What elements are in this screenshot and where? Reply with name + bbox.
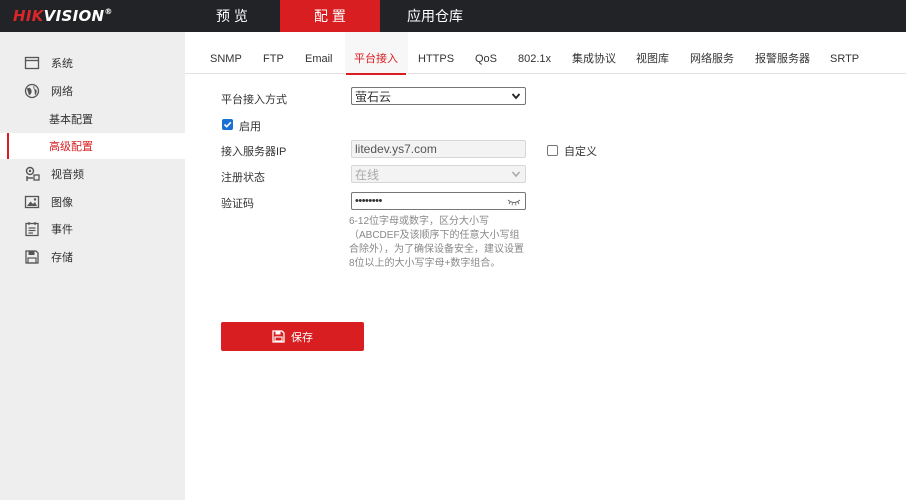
server-ip-input[interactable]: litedev.ys7.com <box>351 140 526 158</box>
verify-code-input[interactable]: •••••••• <box>351 192 526 210</box>
tab-bar: SNMP FTP Email 平台接入 HTTPS QoS 802.1x 集成协… <box>185 32 906 75</box>
save-button-label: 保存 <box>291 331 313 344</box>
register-status-value: 在线 <box>355 167 380 182</box>
tab-view-library[interactable]: 视图库 <box>636 32 669 74</box>
sidebar-item-advanced-config[interactable]: 高级配置 <box>0 133 185 159</box>
top-nav-app-store[interactable]: 应用仓库 <box>380 0 490 32</box>
register-status-select: 在线 <box>351 165 526 183</box>
audio-video-icon <box>24 166 40 182</box>
chevron-down-icon <box>510 168 522 180</box>
sidebar: 系统 网络 基本配置 高级配置 视音频 图像 事件 存储 <box>0 32 185 500</box>
sidebar-item-label: 事件 <box>51 224 73 236</box>
image-icon <box>24 194 40 210</box>
verify-code-label: 验证码 <box>221 198 254 210</box>
tab-8021x[interactable]: 802.1x <box>518 32 551 74</box>
custom-label: 自定义 <box>564 146 597 158</box>
event-calendar-icon <box>24 221 40 237</box>
logo-part-vision: VISION <box>43 7 105 25</box>
top-nav-config[interactable]: 配 置 <box>280 0 380 32</box>
save-icon <box>272 330 285 343</box>
sidebar-item-audio-video[interactable]: 视音频 <box>0 161 185 187</box>
tab-alarm-server[interactable]: 报警服务器 <box>755 32 810 74</box>
sidebar-item-storage[interactable]: 存储 <box>0 244 185 270</box>
sidebar-item-image[interactable]: 图像 <box>0 189 185 215</box>
main-content: SNMP FTP Email 平台接入 HTTPS QoS 802.1x 集成协… <box>185 32 906 500</box>
enable-checkbox[interactable] <box>222 119 233 130</box>
eye-closed-icon[interactable] <box>507 195 521 207</box>
top-nav: 预 览 配 置 应用仓库 <box>184 0 490 32</box>
chevron-down-icon <box>510 90 522 102</box>
tab-platform-access[interactable]: 平台接入 <box>346 32 406 75</box>
tab-network-service[interactable]: 网络服务 <box>690 32 734 74</box>
logo-registered-mark: ® <box>104 7 113 16</box>
tab-qos[interactable]: QoS <box>475 32 497 74</box>
top-nav-preview[interactable]: 预 览 <box>184 0 280 32</box>
logo-part-hik: HIK <box>13 7 44 25</box>
platform-mode-select[interactable]: 萤石云 <box>351 87 526 105</box>
monitor-icon <box>24 55 40 71</box>
custom-checkbox[interactable] <box>547 145 558 156</box>
verify-code-value: •••••••• <box>355 195 382 207</box>
sidebar-item-network[interactable]: 网络 <box>0 78 185 104</box>
register-status-label: 注册状态 <box>221 172 265 184</box>
sidebar-item-label: 图像 <box>51 197 73 209</box>
tab-https[interactable]: HTTPS <box>418 32 454 74</box>
tab-srtp[interactable]: SRTP <box>830 32 859 74</box>
sidebar-item-system[interactable]: 系统 <box>0 50 185 76</box>
sidebar-item-label: 存储 <box>51 252 73 264</box>
sidebar-item-label: 网络 <box>51 86 73 98</box>
verify-code-hint: 6-12位字母或数字，区分大小写（ABCDEF及该顺序下的任意大小写组合除外），… <box>349 216 524 269</box>
tab-snmp[interactable]: SNMP <box>210 32 242 74</box>
sidebar-item-label: 高级配置 <box>49 141 93 153</box>
storage-icon <box>24 249 40 265</box>
server-ip-value: litedev.ys7.com <box>355 142 437 156</box>
sidebar-item-label: 视音频 <box>51 169 84 181</box>
platform-mode-label: 平台接入方式 <box>221 94 287 106</box>
sidebar-item-label: 基本配置 <box>49 114 93 126</box>
globe-icon <box>24 83 40 99</box>
top-bar: HIKVISION® 预 览 配 置 应用仓库 <box>0 0 906 32</box>
sidebar-item-label: 系统 <box>51 58 73 70</box>
tab-integration-protocol[interactable]: 集成协议 <box>572 32 616 74</box>
save-button[interactable]: 保存 <box>221 322 364 351</box>
tab-email[interactable]: Email <box>305 32 333 74</box>
server-ip-label: 接入服务器IP <box>221 146 287 158</box>
enable-label: 启用 <box>239 121 261 133</box>
sidebar-item-basic-config[interactable]: 基本配置 <box>0 106 185 132</box>
sidebar-item-event[interactable]: 事件 <box>0 216 185 242</box>
platform-mode-value: 萤石云 <box>355 89 392 104</box>
tab-ftp[interactable]: FTP <box>263 32 284 74</box>
hikvision-logo: HIKVISION® <box>13 7 113 25</box>
